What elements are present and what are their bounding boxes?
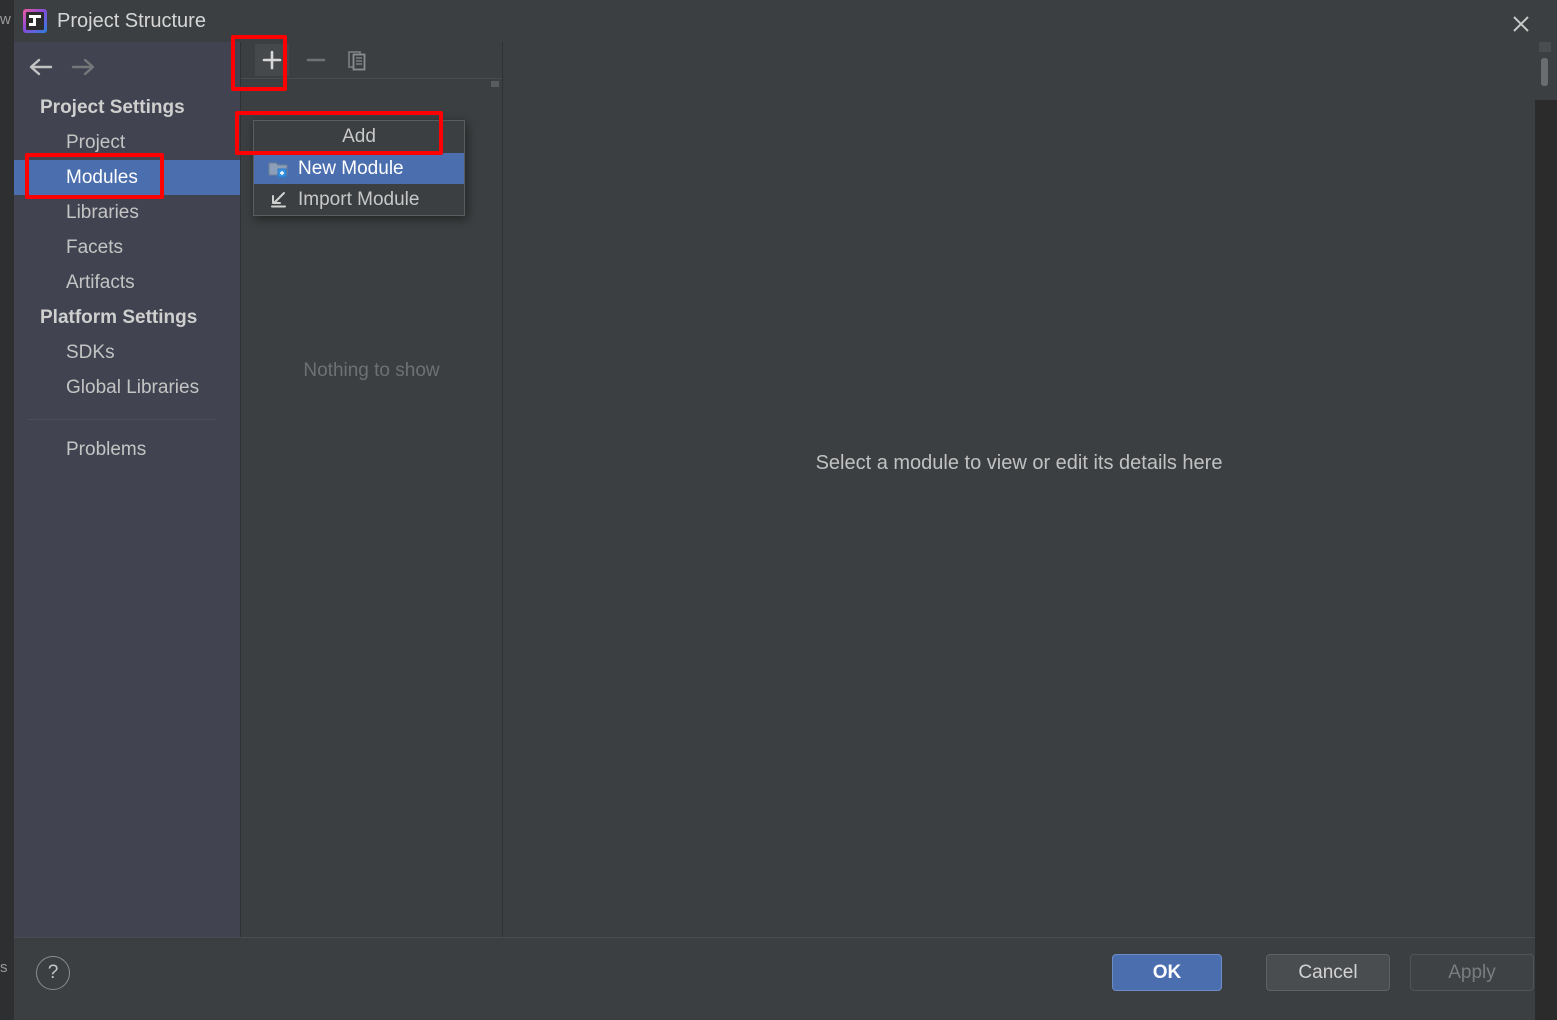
arrow-right-icon [63, 51, 103, 83]
background-window-sliver: w s [0, 0, 14, 1020]
settings-sidebar: Project Settings Project Modules Librari… [14, 42, 241, 938]
menu-item-import-module[interactable]: Import Module [254, 184, 464, 215]
modules-empty-message: Nothing to show [303, 360, 440, 381]
sidebar-item-sdks[interactable]: SDKs [14, 335, 240, 370]
ok-button[interactable]: OK [1112, 954, 1222, 991]
intellij-idea-icon [23, 9, 47, 33]
add-menu-title: Add [342, 126, 376, 147]
dialog-content: Project Settings Project Modules Librari… [14, 42, 1535, 938]
close-icon[interactable] [1503, 8, 1539, 38]
sidebar-item-artifacts[interactable]: Artifacts [14, 265, 240, 300]
module-detail-panel: Select a module to view or edit its deta… [503, 42, 1535, 938]
sidebar-item-global-libraries[interactable]: Global Libraries [14, 370, 240, 405]
menu-item-new-module-label: New Module [298, 158, 404, 179]
page-title: Project Structure [57, 10, 206, 32]
sidebar-group-project-settings: Project Settings [40, 97, 185, 118]
modules-scrollbar[interactable] [491, 81, 499, 87]
sidebar-item-project[interactable]: Project [14, 125, 240, 160]
help-button[interactable]: ? [36, 956, 70, 990]
window-scrollbar[interactable] [1535, 42, 1557, 1020]
scrollbar-track[interactable] [1535, 100, 1557, 1020]
cancel-button[interactable]: Cancel [1266, 954, 1390, 991]
apply-button: Apply [1410, 954, 1534, 991]
arrow-left-icon[interactable] [23, 51, 63, 83]
modules-toolbar [241, 42, 502, 79]
background-window-text-top: w [0, 12, 11, 27]
import-module-icon [268, 190, 290, 210]
menu-item-import-module-label: Import Module [298, 189, 420, 210]
background-window-text-bottom: s [0, 960, 8, 975]
remove-module-button [299, 44, 333, 76]
copy-module-button [341, 44, 375, 76]
sidebar-item-facets[interactable]: Facets [14, 230, 240, 265]
project-structure-dialog: w s Project Structure Project Settings P… [0, 0, 1557, 1020]
add-module-button[interactable] [255, 44, 289, 76]
sidebar-item-modules[interactable]: Modules [14, 160, 240, 195]
sidebar-divider [28, 419, 216, 420]
detail-placeholder-text: Select a module to view or edit its deta… [815, 452, 1223, 474]
sidebar-item-libraries[interactable]: Libraries [14, 195, 240, 230]
sidebar-group-platform-settings: Platform Settings [40, 307, 198, 328]
scrollbar-arrow-up-icon[interactable] [1539, 42, 1551, 52]
new-module-folder-icon [268, 159, 290, 179]
scrollbar-thumb[interactable] [1541, 58, 1548, 86]
add-menu-popup: Add New Module Import Module [253, 120, 465, 216]
navigation-arrows [19, 48, 129, 86]
sidebar-item-problems[interactable]: Problems [14, 432, 240, 467]
title-bar: Project Structure [14, 0, 1557, 42]
dialog-footer: ? OK Cancel Apply [14, 937, 1535, 1020]
menu-item-new-module[interactable]: New Module [254, 153, 464, 184]
sidebar-list: Project Settings Project Modules Librari… [14, 90, 240, 938]
